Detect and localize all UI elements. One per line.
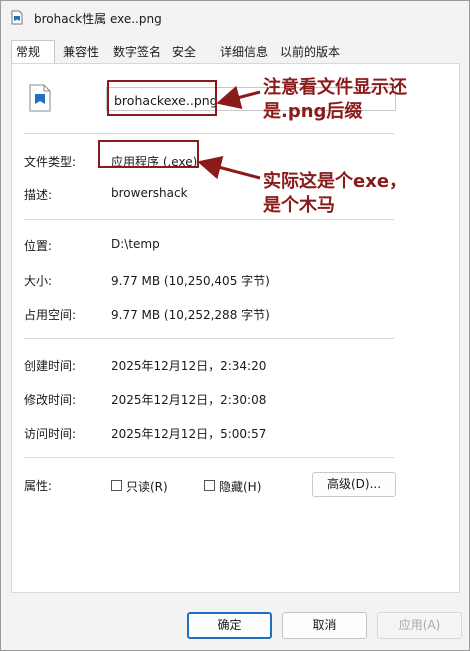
divider [24, 219, 394, 220]
title-bar: brohack性属 exe..png [1, 1, 469, 35]
annotation-extension-note-line1: 注意看文件显示还 [263, 77, 407, 98]
attributes-label: 属性: [24, 479, 53, 493]
location-label: 位置: [24, 239, 53, 253]
size-on-disk-label: 占用空间: [24, 308, 77, 322]
tab-previous-versions[interactable]: 以前的版本 [276, 42, 344, 63]
tab-compatibility[interactable]: 兼容性 [59, 42, 103, 63]
annotation-trojan-note-line1: 实际这是个exe， [263, 171, 408, 192]
file-type-icon [29, 84, 51, 112]
advanced-button[interactable]: 高级(D)... [312, 472, 396, 497]
accessed-value: 2025年12月12日，5:00:57 [111, 427, 267, 441]
filetype-highlight-box [98, 140, 199, 168]
divider [24, 133, 394, 134]
location-value: D:\temp [111, 237, 160, 251]
apply-button[interactable]: 应用(A) [377, 612, 462, 639]
size-on-disk-value: 9.77 MB (10,252,288 字节) [111, 308, 270, 322]
filename-highlight-box [107, 80, 217, 116]
general-panel [11, 63, 460, 593]
modified-value: 2025年12月12日，2:30:08 [111, 393, 267, 407]
created-value: 2025年12月12日，2:34:20 [111, 359, 267, 373]
annotation-trojan-note-line2: 是个木马 [263, 195, 335, 216]
tab-digital-signatures[interactable]: 数字签名 [109, 42, 165, 63]
size-value: 9.77 MB (10,250,405 字节) [111, 274, 270, 288]
tab-security[interactable]: 安全 [168, 42, 200, 63]
divider [24, 338, 394, 339]
created-label: 创建时间: [24, 359, 77, 373]
readonly-label[interactable]: 只读(R) [126, 478, 168, 495]
hidden-label[interactable]: 隐藏(H) [219, 478, 261, 495]
description-value: browershack [111, 186, 188, 200]
ok-button[interactable]: 确定 [187, 612, 272, 639]
modified-label: 修改时间: [24, 393, 77, 407]
size-label: 大小: [24, 274, 53, 288]
window-title: brohack性属 exe..png [34, 12, 162, 26]
file-type-label: 文件类型: [24, 155, 77, 169]
tab-general[interactable]: 常规 [11, 40, 55, 63]
divider [24, 457, 394, 458]
annotation-extension-note-line2: 是.png后缀 [263, 101, 363, 122]
tab-details[interactable]: 详细信息 [216, 42, 272, 63]
description-label: 描述: [24, 188, 53, 202]
file-icon [11, 10, 23, 25]
cancel-button[interactable]: 取消 [282, 612, 367, 639]
hidden-checkbox[interactable] [204, 480, 215, 491]
accessed-label: 访问时间: [24, 427, 77, 441]
readonly-checkbox[interactable] [111, 480, 122, 491]
